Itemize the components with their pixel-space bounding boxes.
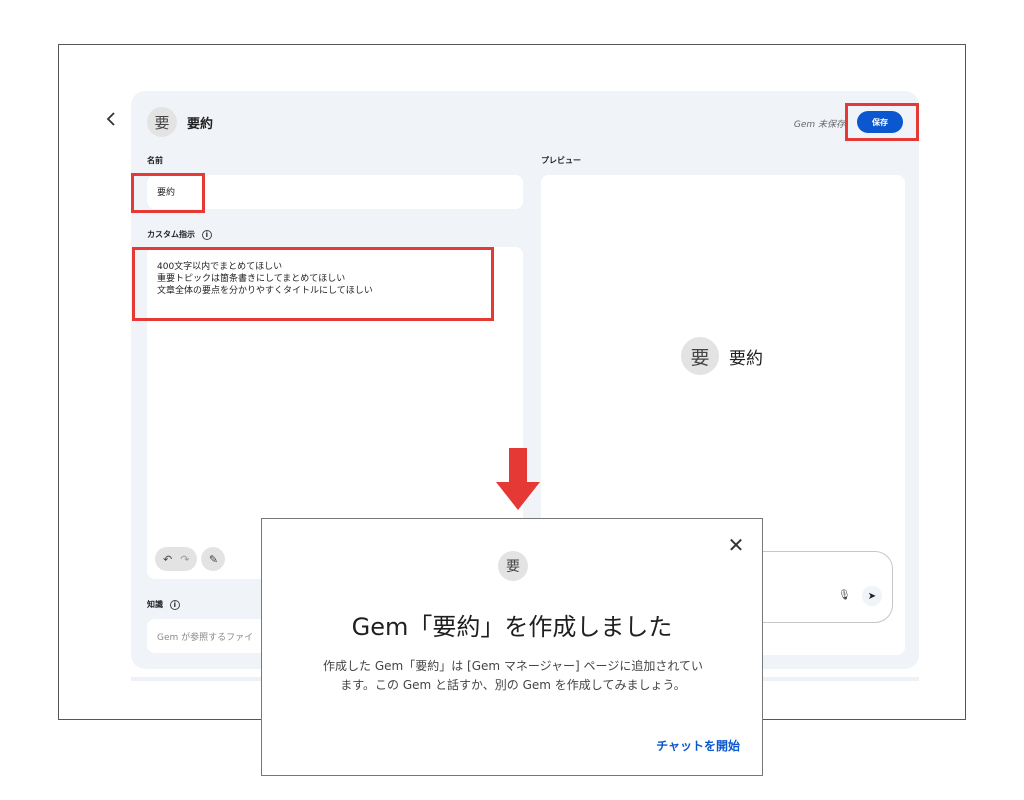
close-icon[interactable]: ✕ — [724, 533, 748, 557]
instructions-label-row: カスタム指示 i — [147, 229, 212, 240]
instructions-toolbar: ↶ ↷ ✎ — [155, 547, 226, 571]
send-icon[interactable]: ➤ — [862, 586, 882, 606]
dialog-avatar: 要 — [498, 551, 528, 581]
mic-icon[interactable]: 🎙 — [838, 590, 851, 601]
instructions-label: カスタム指示 — [147, 230, 195, 239]
preview-gem-name: 要約 — [729, 348, 763, 369]
name-highlight-box — [131, 173, 205, 213]
knowledge-placeholder: Gem が参照するファイ — [157, 633, 254, 643]
dialog-body: 作成した Gem「要約」は [Gem マネージャー] ページに追加されてい ます… — [282, 657, 744, 695]
instructions-highlight-box — [132, 247, 494, 321]
info-icon[interactable]: i — [201, 229, 212, 240]
gem-created-dialog: ✕ 要 Gem「要約」を作成しました 作成した Gem「要約」は [Gem マネ… — [261, 518, 763, 776]
info-icon[interactable]: i — [169, 599, 180, 610]
knowledge-label-row: 知識 i — [147, 599, 180, 610]
name-label: 名前 — [147, 156, 163, 165]
unsaved-status: Gem 未保存 — [793, 120, 845, 130]
start-chat-link[interactable]: チャットを開始 — [656, 737, 740, 754]
gem-avatar: 要 — [147, 107, 177, 137]
save-highlight-box — [845, 103, 919, 141]
gem-title: 要約 — [187, 117, 214, 132]
undo-redo-group: ↶ ↷ — [155, 547, 198, 571]
undo-icon[interactable]: ↶ — [163, 553, 172, 566]
preview-avatar: 要 — [681, 337, 719, 375]
chevron-left-icon — [106, 112, 115, 126]
magic-wand-icon[interactable]: ✎ — [201, 547, 226, 571]
preview-gem: 要 要約 — [681, 337, 763, 375]
dialog-body-line: ます。この Gem と話すか、別の Gem を作成してみましょう。 — [340, 678, 686, 692]
dialog-body-line: 作成した Gem「要約」は [Gem マネージャー] ページに追加されてい — [323, 659, 703, 673]
knowledge-label: 知識 — [147, 600, 163, 609]
redo-icon[interactable]: ↷ — [180, 553, 189, 566]
preview-label: プレビュー — [541, 156, 581, 165]
back-button[interactable] — [99, 107, 123, 131]
down-arrow-icon — [496, 448, 540, 510]
dialog-title: Gem「要約」を作成しました — [351, 613, 673, 641]
